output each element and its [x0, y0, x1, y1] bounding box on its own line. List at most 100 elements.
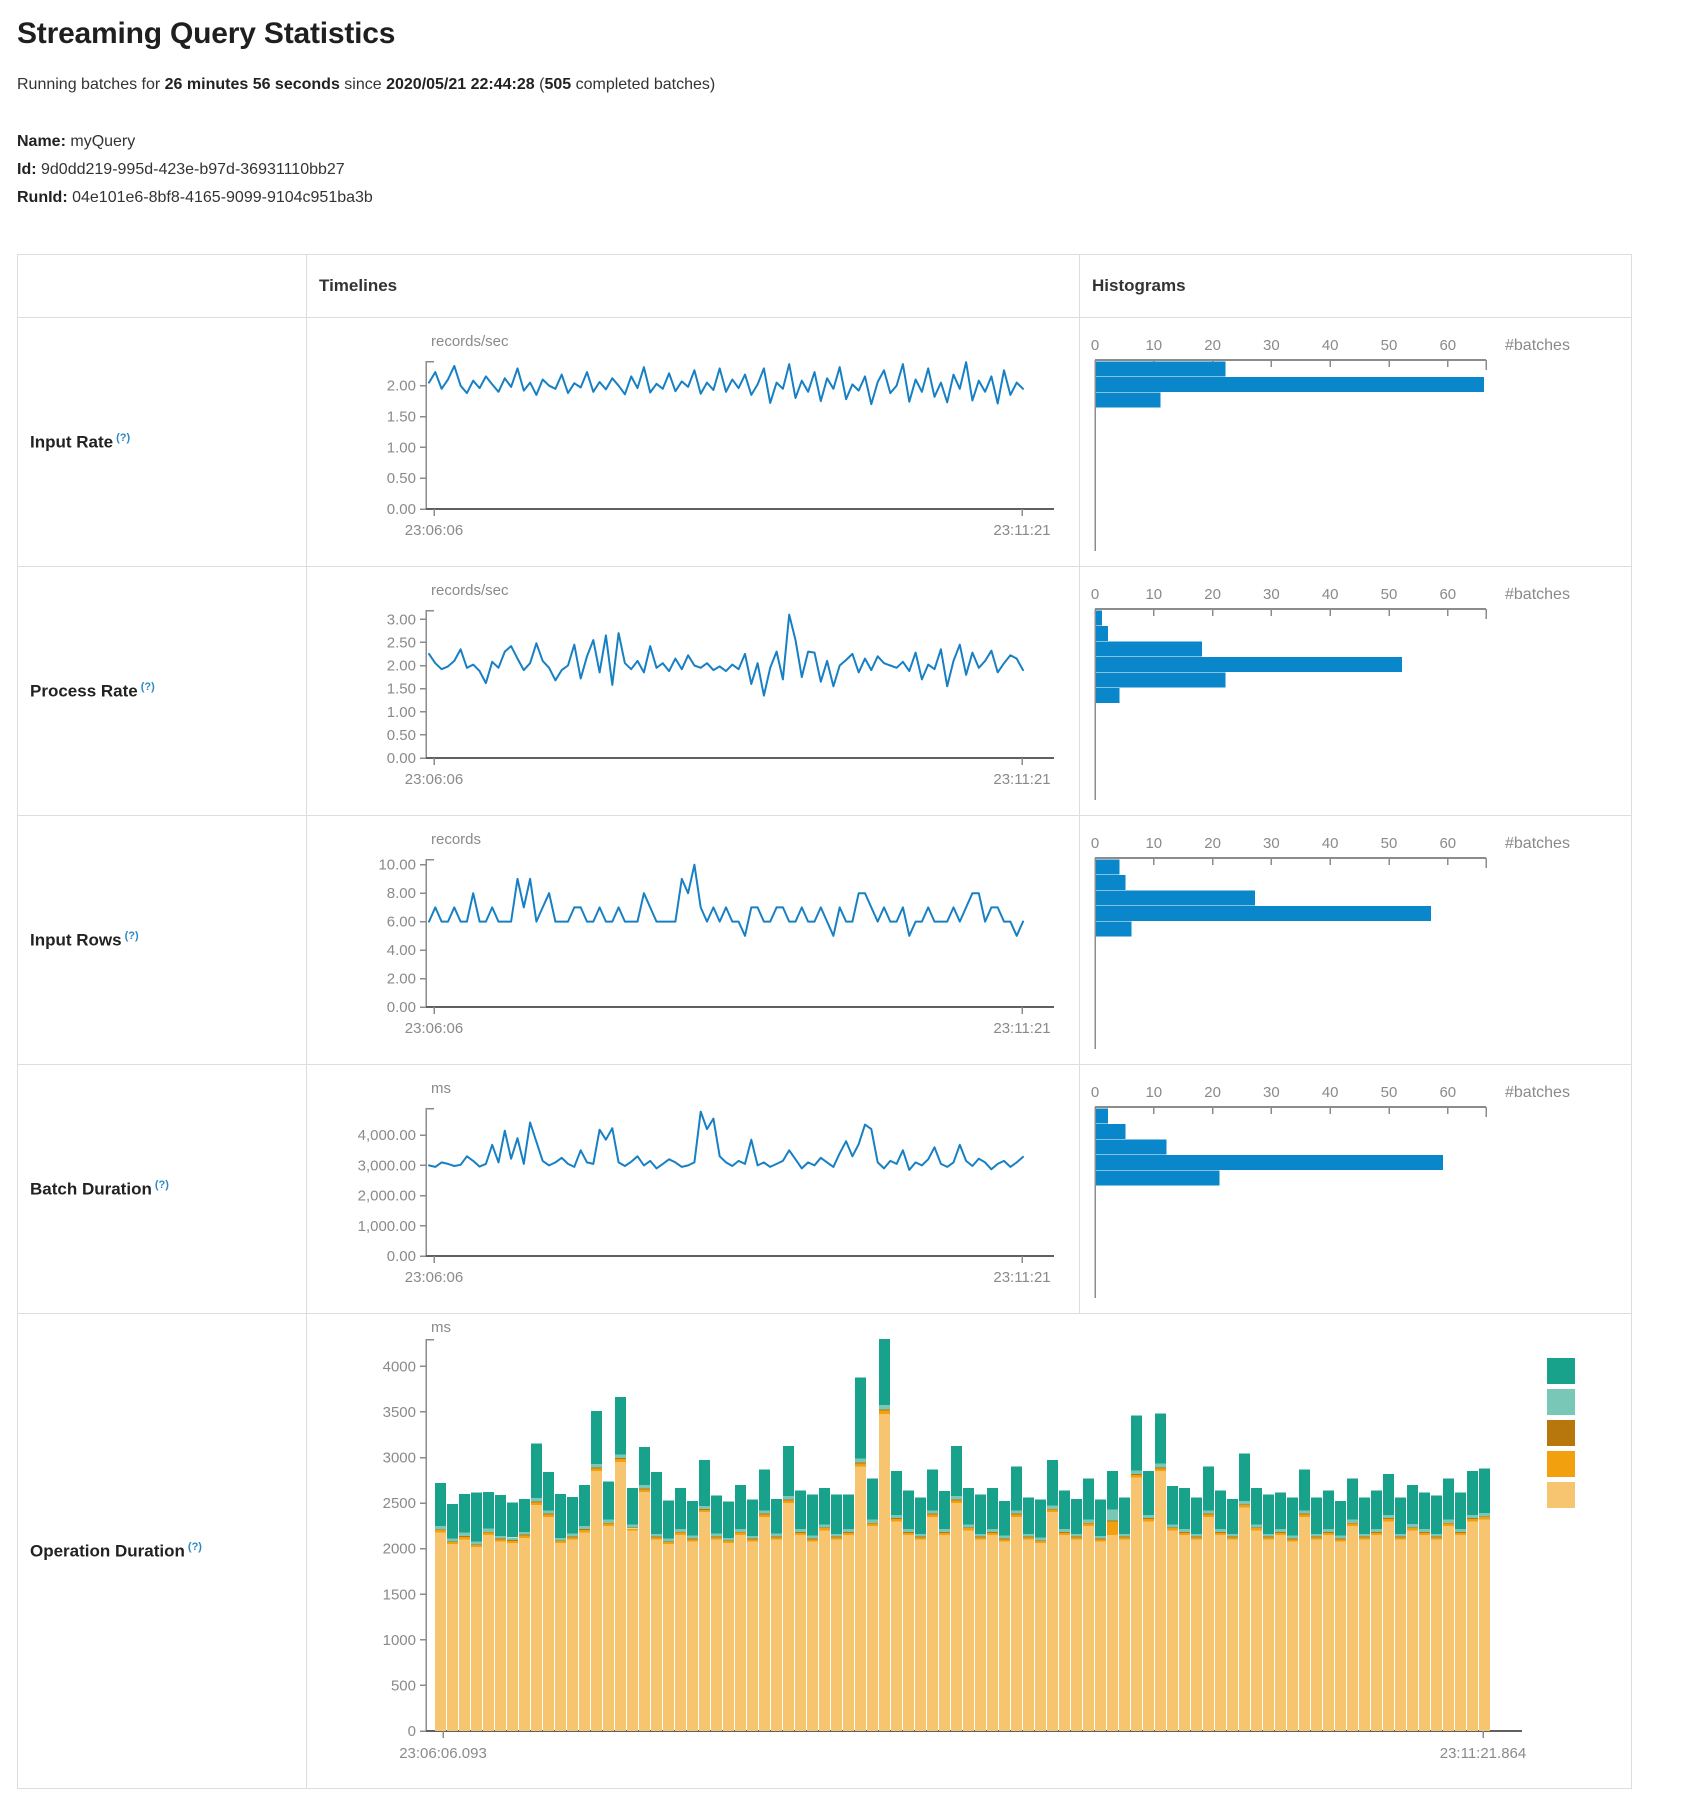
statistics-table: Timelines Histograms Input Rate(?) recor… — [17, 254, 1632, 1789]
svg-text:0: 0 — [1091, 586, 1099, 603]
svg-text:23:11:21.864: 23:11:21.864 — [1440, 1745, 1526, 1762]
svg-text:records/sec: records/sec — [431, 582, 509, 599]
query-id-line: Id: 9d0dd219-995d-423e-b97d-36931110bb27 — [17, 156, 1676, 184]
help-icon[interactable]: (?) — [141, 681, 155, 693]
table-row-batch-duration: Batch Duration(?) ms 4,000.00 3,000.00 2,00… — [18, 1065, 1632, 1314]
svg-text:20: 20 — [1204, 586, 1221, 603]
help-icon[interactable]: (?) — [116, 432, 130, 444]
svg-text:ms: ms — [431, 1080, 451, 1097]
svg-text:23:06:06: 23:06:06 — [405, 1020, 463, 1037]
svg-text:23:06:06: 23:06:06 — [405, 522, 463, 539]
svg-text:30: 30 — [1263, 835, 1280, 852]
svg-text:20: 20 — [1204, 835, 1221, 852]
runid-value: 04e101e6-8bf8-4165-9099-9104c951ba3b — [72, 189, 373, 206]
svg-text:60: 60 — [1439, 586, 1456, 603]
histograms-header: Histograms — [1080, 255, 1632, 318]
svg-text:30: 30 — [1263, 337, 1280, 354]
svg-text:50: 50 — [1381, 586, 1398, 603]
name-value: myQuery — [70, 133, 135, 150]
svg-text:23:06:06: 23:06:06 — [405, 1269, 463, 1286]
legend-swatch — [1547, 1389, 1575, 1415]
row-label-text: Process Rate — [30, 681, 138, 700]
svg-text:2,000.00: 2,000.00 — [358, 1188, 416, 1205]
svg-text:30: 30 — [1263, 1084, 1280, 1101]
svg-text:50: 50 — [1381, 1084, 1398, 1101]
svg-text:records: records — [431, 831, 481, 848]
svg-text:50: 50 — [1381, 337, 1398, 354]
svg-text:1.00: 1.00 — [387, 704, 416, 721]
help-icon[interactable]: (?) — [155, 1179, 169, 1191]
svg-text:4,000.00: 4,000.00 — [358, 1127, 416, 1144]
svg-text:23:11:21: 23:11:21 — [993, 1269, 1050, 1286]
batch-duration-timeline-chart: ms 4,000.00 3,000.00 2,000.00 1,000.00 0.00 23… — [307, 1065, 1066, 1313]
process-rate-histogram-chart: 0102030405060#batches — [1080, 567, 1618, 815]
svg-text:20: 20 — [1204, 337, 1221, 354]
id-value: 9d0dd219-995d-423e-b97d-36931110bb27 — [41, 161, 345, 178]
running-duration: 26 minutes 56 seconds — [165, 76, 340, 93]
input-rows-histogram: 0102030405060#batches — [1080, 816, 1618, 1064]
svg-text:0: 0 — [1091, 1084, 1099, 1101]
svg-text:0.50: 0.50 — [387, 727, 416, 744]
row-label-input-rows: Input Rows(?) — [18, 816, 307, 1065]
svg-text:0.00: 0.00 — [387, 999, 416, 1016]
svg-text:0.50: 0.50 — [387, 470, 416, 487]
svg-text:2.00: 2.00 — [387, 971, 416, 988]
svg-text:23:11:21: 23:11:21 — [993, 522, 1050, 539]
legend-swatch — [1547, 1420, 1575, 1446]
svg-text:50: 50 — [1381, 835, 1398, 852]
table-row-operation-duration: Operation Duration(?) ms4000350030002500… — [18, 1314, 1632, 1789]
svg-text:23:11:21: 23:11:21 — [993, 771, 1050, 788]
svg-text:23:06:06: 23:06:06 — [405, 771, 463, 788]
svg-text:30: 30 — [1263, 586, 1280, 603]
svg-text:1.50: 1.50 — [387, 681, 416, 698]
row-label-text: Input Rate — [30, 432, 113, 451]
svg-text:60: 60 — [1439, 1084, 1456, 1101]
svg-text:20: 20 — [1204, 1084, 1221, 1101]
runid-label: RunId: — [17, 189, 68, 206]
svg-text:1.50: 1.50 — [387, 409, 416, 426]
svg-text:0.00: 0.00 — [387, 1248, 416, 1265]
svg-text:10: 10 — [1145, 586, 1162, 603]
svg-text:#batches: #batches — [1505, 586, 1570, 603]
svg-text:records/sec: records/sec — [431, 333, 509, 350]
svg-text:0.00: 0.00 — [387, 501, 416, 518]
svg-text:1000: 1000 — [383, 1632, 416, 1649]
table-row-input-rows: Input Rows(?) records10.008.006.004.002.… — [18, 816, 1632, 1065]
svg-text:6.00: 6.00 — [387, 914, 416, 931]
row-label-text: Operation Duration — [30, 1541, 185, 1560]
svg-text:0: 0 — [408, 1723, 416, 1740]
input-rows-timeline: records10.008.006.004.002.000.0023:06:06… — [307, 816, 1066, 1064]
svg-text:3500: 3500 — [383, 1404, 416, 1421]
row-label-batch-duration: Batch Duration(?) — [18, 1065, 307, 1314]
svg-text:10: 10 — [1145, 835, 1162, 852]
svg-text:500: 500 — [391, 1677, 416, 1694]
table-header-row: Timelines Histograms — [18, 255, 1632, 318]
query-runid-line: RunId: 04e101e6-8bf8-4165-9099-9104c951b… — [17, 184, 1676, 212]
running-prefix: Running batches for — [17, 76, 165, 93]
input-rate-histogram-chart: 0102030405060#batches — [1080, 318, 1618, 566]
svg-text:0.00: 0.00 — [387, 750, 416, 767]
help-icon[interactable]: (?) — [188, 1541, 202, 1553]
svg-text:3,000.00: 3,000.00 — [358, 1157, 416, 1174]
process-rate-histogram: 0102030405060#batches — [1080, 567, 1618, 815]
svg-text:2.00: 2.00 — [387, 658, 416, 675]
svg-text:1,000.00: 1,000.00 — [358, 1218, 416, 1235]
svg-text:23:11:21: 23:11:21 — [993, 1020, 1050, 1037]
timelines-header: Timelines — [307, 255, 1080, 318]
svg-text:0: 0 — [1091, 835, 1099, 852]
svg-text:10: 10 — [1145, 337, 1162, 354]
help-icon[interactable]: (?) — [125, 930, 139, 942]
row-label-process-rate: Process Rate(?) — [18, 567, 307, 816]
process-rate-timeline-chart: records/sec3.002.502.001.501.000.500.002… — [307, 567, 1066, 815]
row-label-text: Input Rows — [30, 930, 122, 949]
name-label: Name: — [17, 133, 66, 150]
process-rate-timeline: records/sec3.002.502.001.501.000.500.002… — [307, 567, 1066, 815]
batch-duration-histogram: 0102030405060#batches — [1080, 1065, 1618, 1313]
row-label-operation-duration: Operation Duration(?) — [18, 1314, 307, 1789]
svg-text:4000: 4000 — [383, 1358, 416, 1375]
empty-header-cell — [18, 255, 307, 318]
operation-duration-chart: ms4000350030002500200015001000500023:06:… — [307, 1314, 1605, 1788]
batch-duration-histogram-chart: 0102030405060#batches — [1080, 1065, 1618, 1313]
legend-swatch — [1547, 1482, 1575, 1508]
svg-text:10.00: 10.00 — [378, 857, 416, 874]
